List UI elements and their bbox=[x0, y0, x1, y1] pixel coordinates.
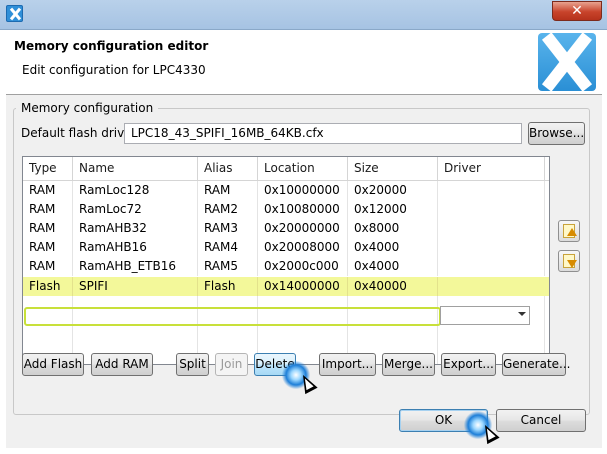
cell-type: Flash bbox=[23, 277, 73, 296]
table-row[interactable]: RAM RamLoc128 RAM 0x10000000 0x20000 bbox=[23, 181, 549, 200]
cancel-button[interactable]: Cancel bbox=[496, 409, 586, 432]
import-button[interactable]: Import... bbox=[319, 353, 376, 376]
cell-name: RamAHB16 bbox=[73, 238, 198, 257]
cell-driver bbox=[438, 200, 545, 219]
cell-driver bbox=[438, 257, 545, 276]
window-close-button[interactable]: ✕ bbox=[552, 1, 602, 21]
table-row[interactable]: RAM RamLoc72 RAM2 0x10080000 0x12000 bbox=[23, 200, 549, 219]
cell-name: RamLoc128 bbox=[73, 181, 198, 200]
generate-button[interactable]: Generate... bbox=[502, 353, 571, 376]
cell-alias: RAM2 bbox=[198, 200, 258, 219]
cell-location: 0x10080000 bbox=[258, 200, 348, 219]
cell-alias: RAM4 bbox=[198, 238, 258, 257]
default-flash-driver-label: Default flash driver bbox=[21, 126, 137, 140]
join-button[interactable]: Join bbox=[215, 353, 248, 376]
table-row[interactable]: RAM RamAHB_ETB16 RAM5 0x2000c000 0x4000 bbox=[23, 257, 549, 276]
default-flash-driver-field[interactable]: LPC18_43_SPIFI_16MB_64KB.cfx bbox=[124, 123, 522, 144]
chevron-down-icon bbox=[518, 312, 526, 316]
dialog-title: Memory configuration editor bbox=[14, 39, 209, 53]
driver-combobox-arrow[interactable] bbox=[440, 306, 530, 325]
merge-button[interactable]: Merge... bbox=[382, 353, 435, 376]
cell-driver bbox=[438, 238, 545, 257]
cell-size: 0x8000 bbox=[348, 219, 438, 238]
table-row[interactable]: RAM RamAHB32 RAM3 0x20000000 0x8000 bbox=[23, 219, 549, 238]
browse-button[interactable]: Browse... bbox=[528, 122, 585, 145]
cell-location: 0x2000c000 bbox=[258, 257, 348, 276]
cell-alias: Flash bbox=[198, 277, 258, 296]
move-down-button[interactable] bbox=[558, 250, 580, 272]
memory-table[interactable]: Type Name Alias Location Size Driver RAM… bbox=[22, 156, 550, 365]
cell-name: RamAHB_ETB16 bbox=[73, 257, 198, 276]
cell-alias: RAM5 bbox=[198, 257, 258, 276]
window-titlebar: ✕ bbox=[0, 0, 607, 30]
move-up-button[interactable] bbox=[558, 220, 580, 242]
column-header-size[interactable]: Size bbox=[348, 157, 438, 181]
cell-type: RAM bbox=[23, 181, 73, 200]
cell-size: 0x4000 bbox=[348, 238, 438, 257]
column-header-location[interactable]: Location bbox=[258, 157, 348, 181]
split-button[interactable]: Split bbox=[176, 353, 209, 376]
cell-type: RAM bbox=[23, 200, 73, 219]
export-button[interactable]: Export... bbox=[441, 353, 496, 376]
cell-location: 0x14000000 bbox=[258, 277, 348, 296]
cell-type: RAM bbox=[23, 238, 73, 257]
column-header-type[interactable]: Type bbox=[23, 157, 73, 181]
lpcxpresso-logo-icon bbox=[538, 33, 596, 91]
cell-size: 0x4000 bbox=[348, 257, 438, 276]
cell-size: 0x40000 bbox=[348, 277, 438, 296]
column-header-driver[interactable]: Driver bbox=[438, 157, 545, 181]
cell-name: SPIFI bbox=[73, 277, 198, 296]
cell-size: 0x12000 bbox=[348, 200, 438, 219]
cell-alias: RAM3 bbox=[198, 219, 258, 238]
cell-driver bbox=[438, 219, 545, 238]
cell-location: 0x20000000 bbox=[258, 219, 348, 238]
dialog-subtitle: Edit configuration for LPC4330 bbox=[22, 63, 206, 77]
add-ram-button[interactable]: Add RAM bbox=[91, 353, 153, 376]
column-header-alias[interactable]: Alias bbox=[198, 157, 258, 181]
dialog-header: Memory configuration editor Edit configu… bbox=[6, 30, 602, 95]
column-header-name[interactable]: Name bbox=[73, 157, 198, 181]
cell-location: 0x10000000 bbox=[258, 181, 348, 200]
arrow-up-icon bbox=[567, 228, 577, 236]
arrow-down-icon bbox=[567, 260, 577, 268]
cell-driver bbox=[438, 181, 545, 200]
app-x-icon bbox=[6, 5, 23, 22]
cell-location: 0x20008000 bbox=[258, 238, 348, 257]
memory-configuration-group-label: Memory configuration bbox=[16, 101, 159, 115]
cell-name: RamLoc72 bbox=[73, 200, 198, 219]
cell-type: RAM bbox=[23, 257, 73, 276]
cell-alias: RAM bbox=[198, 181, 258, 200]
cell-name: RamAHB32 bbox=[73, 219, 198, 238]
table-row[interactable]: RAM RamAHB16 RAM4 0x20008000 0x4000 bbox=[23, 238, 549, 257]
cell-type: RAM bbox=[23, 219, 73, 238]
table-header: Type Name Alias Location Size Driver bbox=[23, 157, 549, 181]
cell-size: 0x20000 bbox=[348, 181, 438, 200]
table-row-selected[interactable]: Flash SPIFI Flash 0x14000000 0x40000 bbox=[23, 277, 549, 296]
add-flash-button[interactable]: Add Flash bbox=[22, 353, 84, 376]
